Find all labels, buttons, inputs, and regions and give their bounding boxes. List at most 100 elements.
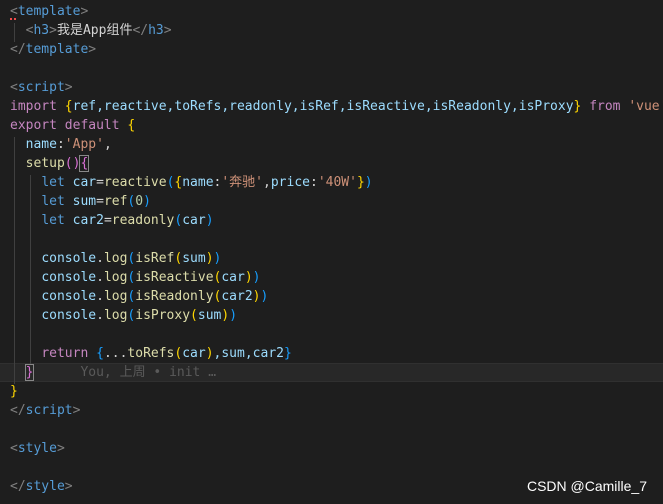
- code-line-19[interactable]: return {...toRefs(car),sum,car2}: [10, 344, 292, 363]
- code-line-7[interactable]: export default {: [10, 116, 135, 135]
- code-token: readonly: [111, 213, 175, 228]
- code-line-12[interactable]: let car2=readonly(car): [10, 211, 214, 230]
- code-token: .: [96, 251, 104, 266]
- code-line-14[interactable]: console.log(isRef(sum)): [10, 249, 221, 268]
- code-token: >: [72, 403, 81, 418]
- code-token: .: [96, 289, 104, 304]
- code-token: ): [213, 251, 222, 266]
- code-token: {: [79, 155, 90, 172]
- code-line-11[interactable]: let sum=ref(0): [10, 192, 151, 211]
- code-token: ,: [263, 175, 271, 190]
- code-token: '40W': [317, 175, 357, 190]
- code-token: isRef: [135, 251, 175, 266]
- code-line-15[interactable]: console.log(isReactive(car)): [10, 268, 261, 287]
- code-token: ): [364, 175, 373, 190]
- code-token: </: [10, 42, 26, 57]
- code-token: }: [24, 364, 35, 381]
- code-token: car2: [221, 289, 253, 304]
- code-token: setup: [25, 156, 65, 171]
- code-token: console: [41, 308, 97, 323]
- code-line-16[interactable]: console.log(isReadonly(car2)): [10, 287, 268, 306]
- code-token: console: [41, 289, 97, 304]
- code-token: from: [589, 99, 621, 114]
- code-line-17[interactable]: console.log(isProxy(sum)): [10, 306, 237, 325]
- code-token: 'App': [64, 137, 104, 152]
- code-token: }: [573, 99, 582, 114]
- code-token: ,sum,car2: [213, 346, 284, 361]
- code-token: {: [127, 118, 136, 133]
- code-token: template: [17, 4, 81, 19]
- code-token: (: [190, 308, 198, 323]
- code-token: <: [10, 80, 18, 95]
- code-token: 我是App组件: [56, 23, 133, 38]
- code-token: (): [64, 156, 81, 171]
- code-token: script: [17, 80, 65, 95]
- code-token: sum: [197, 308, 222, 323]
- code-token: </: [132, 23, 149, 38]
- code-token: .: [96, 270, 104, 285]
- code-token: car: [182, 213, 206, 228]
- code-token: console: [41, 270, 97, 285]
- code-token: <: [10, 4, 18, 19]
- watermark: CSDN @Camille_7: [526, 478, 647, 494]
- code-token: sum: [72, 194, 97, 209]
- code-token: ): [260, 289, 269, 304]
- code-token: >: [80, 4, 89, 19]
- code-token: car2: [72, 213, 104, 228]
- code-token: let: [41, 194, 65, 209]
- code-token: import: [10, 99, 57, 114]
- code-token: ): [205, 213, 214, 228]
- code-token: 0: [135, 194, 144, 209]
- code-token: car: [221, 270, 245, 285]
- code-token: >: [64, 479, 73, 494]
- code-line-2[interactable]: <h3>我是App组件</h3>: [10, 21, 172, 40]
- code-token: isReadonly: [135, 289, 214, 304]
- code-token: >: [88, 42, 97, 57]
- code-token: :: [56, 137, 65, 152]
- code-line-3[interactable]: </template>: [10, 40, 96, 59]
- code-line-22[interactable]: </script>: [10, 401, 80, 420]
- code-line-9[interactable]: setup(){: [10, 154, 90, 173]
- code-token: >: [163, 23, 172, 38]
- code-token: 'vue': [628, 99, 663, 114]
- code-line-5[interactable]: <script>: [10, 78, 73, 97]
- code-token: log: [103, 251, 128, 266]
- code-token: ): [252, 270, 261, 285]
- code-token: export: [10, 118, 57, 133]
- code-token: =: [96, 194, 104, 209]
- code-line-24[interactable]: <style>: [10, 439, 65, 458]
- code-token: ...: [103, 346, 128, 361]
- code-line-1[interactable]: <template>: [10, 2, 88, 21]
- code-token: log: [103, 289, 128, 304]
- code-editor[interactable]: <template> <h3>我是App组件</h3> </template> …: [0, 0, 663, 504]
- code-line-26[interactable]: </style>: [10, 477, 73, 496]
- code-token: ): [221, 308, 230, 323]
- git-blame-annotation: You, 上周 • init …: [80, 365, 217, 380]
- code-token: ,: [103, 137, 112, 152]
- code-token: script: [25, 403, 73, 418]
- code-token: '奔驰': [221, 175, 264, 190]
- code-token: <: [10, 441, 18, 456]
- code-token: </: [10, 479, 26, 494]
- code-token: default: [64, 118, 120, 133]
- code-token: name: [25, 137, 57, 152]
- code-line-6[interactable]: import {ref,reactive,toRefs,readonly,isR…: [10, 97, 663, 116]
- code-token: template: [25, 42, 89, 57]
- code-line-10[interactable]: let car=reactive({name:'奔驰',price:'40W'}…: [10, 173, 373, 192]
- code-token: >: [49, 23, 57, 38]
- code-token: log: [103, 308, 128, 323]
- code-token: ): [229, 308, 238, 323]
- code-token: {: [96, 346, 104, 361]
- code-line-20[interactable]: } You, 上周 • init …: [10, 363, 216, 382]
- code-token: h3: [148, 23, 164, 38]
- code-token: ref,reactive,toRefs,readonly,isRef,isRea…: [72, 99, 574, 114]
- code-line-21[interactable]: }: [10, 382, 18, 401]
- code-line-8[interactable]: name:'App',: [10, 135, 112, 154]
- code-token: :: [309, 175, 318, 190]
- code-token: isProxy: [135, 308, 191, 323]
- code-token: reactive: [103, 175, 167, 190]
- code-token: ): [205, 251, 214, 266]
- code-token: .: [96, 308, 104, 323]
- code-token: ): [252, 289, 261, 304]
- code-token: h3: [33, 23, 50, 38]
